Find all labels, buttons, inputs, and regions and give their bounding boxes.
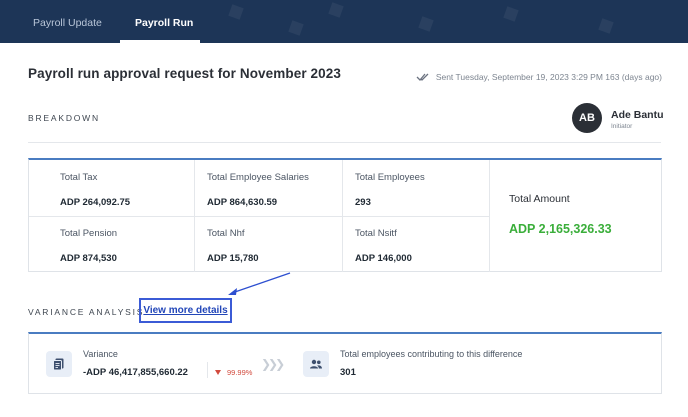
total-salaries-value: ADP 864,630.59 [207, 197, 278, 208]
total-nsitf-label: Total Nsitf [355, 228, 397, 239]
total-employees-cell: Total Employees 293 [355, 172, 425, 208]
page-title: Payroll run approval request for Novembe… [28, 66, 341, 81]
down-caret-icon [215, 370, 221, 375]
employees-difference-value: 301 [340, 367, 356, 378]
document-icon [53, 358, 64, 371]
header-decoration [288, 20, 304, 36]
people-icon-box [303, 351, 329, 377]
total-pension-cell: Total Pension ADP 874,530 [60, 228, 117, 264]
active-tab-indicator [120, 40, 200, 43]
employees-difference-label: Total employees contributing to this dif… [340, 349, 523, 359]
total-employees-value: 293 [355, 197, 371, 208]
total-nsitf-value: ADP 146,000 [355, 253, 412, 264]
header-decoration [228, 4, 244, 20]
annotation-arrow-icon [228, 272, 291, 295]
avatar: AB [572, 103, 602, 133]
total-tax-value: ADP 264,092.75 [60, 197, 131, 208]
header-decoration [418, 16, 434, 32]
initiator-role: Initiator [611, 123, 633, 130]
total-pension-label: Total Pension [60, 228, 118, 239]
sent-text: Sent Tuesday, September 19, 2023 3:29 PM… [435, 72, 662, 82]
total-nsitf-cell: Total Nsitf ADP 146,000 [355, 228, 412, 264]
row-divider [29, 216, 489, 217]
sent-status: Sent Tuesday, September 19, 2023 3:29 PM… [416, 72, 662, 82]
breakdown-divider [28, 142, 661, 143]
tab-payroll-run[interactable]: Payroll Run [135, 0, 193, 43]
total-salaries-label: Total Employee Salaries [207, 172, 309, 183]
top-navigation-bar: Payroll Update Payroll Run [0, 0, 688, 43]
column-divider [489, 160, 490, 272]
total-salaries-cell: Total Employee Salaries ADP 864,630.59 [207, 172, 309, 208]
chevrons-right-icon: ❯❯❯ [261, 357, 285, 371]
total-employees-label: Total Employees [355, 172, 425, 183]
double-check-icon [416, 73, 429, 81]
total-tax-cell: Total Tax ADP 264,092.75 [60, 172, 130, 208]
variance-analysis-label: VARIANCE ANALYSIS [28, 307, 145, 317]
total-nhf-value: ADP 15,780 [207, 253, 259, 264]
tab-payroll-update[interactable]: Payroll Update [33, 0, 102, 43]
total-tax-label: Total Tax [60, 172, 98, 183]
total-nhf-cell: Total Nhf ADP 15,780 [207, 228, 259, 264]
total-nhf-label: Total Nhf [207, 228, 245, 239]
breakdown-label: BREAKDOWN [28, 113, 100, 123]
initiator-name: Ade Bantu [611, 109, 664, 121]
header-decoration [598, 18, 614, 34]
total-pension-value: ADP 874,530 [60, 253, 117, 264]
variance-separator [207, 362, 208, 378]
variance-label: Variance [83, 349, 118, 359]
breakdown-card: Total Tax ADP 264,092.75 Total Employee … [28, 158, 662, 272]
view-more-details-text[interactable]: View more details [143, 305, 227, 316]
view-more-details-link[interactable]: View more details [139, 298, 232, 323]
total-amount-value: ADP 2,165,326.33 [509, 222, 612, 236]
people-icon [310, 359, 322, 369]
variance-card: Variance -ADP 46,417,855,660.22 99.99% ❯… [28, 332, 662, 394]
variance-percentage: 99.99% [227, 368, 253, 377]
document-icon-box [46, 351, 72, 377]
variance-value: -ADP 46,417,855,660.22 [83, 367, 188, 378]
header-decoration [503, 6, 519, 22]
total-amount-label: Total Amount [509, 193, 570, 205]
header-decoration [328, 2, 344, 18]
